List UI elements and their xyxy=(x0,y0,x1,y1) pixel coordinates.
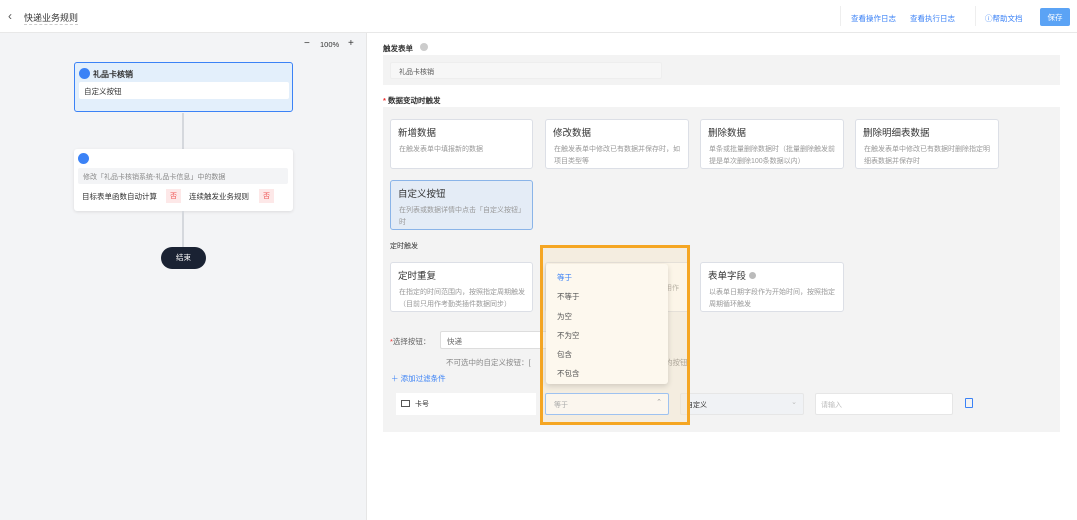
card-add-data[interactable]: 新增数据 在触发表单中填报新的数据 xyxy=(390,119,533,169)
header: ‹ 快递业务规则 查看操作日志 查看执行日志 ⓘ帮助文档 保存 xyxy=(0,0,1077,33)
flow-canvas: − 100% + 礼品卡核销 自定义按钮 修改「礼品卡核销系统-礼品卡信息」中的… xyxy=(0,33,367,520)
zoom-in-button[interactable]: + xyxy=(348,38,354,49)
trash-icon[interactable] xyxy=(965,398,973,408)
card-delete-data[interactable]: 删除数据 单条或批量删除数据时（批量删除触发前提是单次删除100条数据以内） xyxy=(700,119,844,169)
value-input[interactable]: 请输入 xyxy=(815,393,953,415)
operation-log-link[interactable]: 查看操作日志 xyxy=(851,13,896,24)
trigger-node-value: 自定义按钮 xyxy=(79,82,289,99)
operator-select[interactable]: 等于 ⌃ xyxy=(545,393,669,415)
help-docs-link[interactable]: ⓘ帮助文档 xyxy=(985,13,1023,24)
timed-trigger-label: 定时触发 xyxy=(390,243,418,250)
option-empty[interactable]: 为空 xyxy=(557,311,572,322)
action-node[interactable]: 修改「礼品卡核销系统-礼品卡信息」中的数据 目标表单函数自动计算 否 连续触发业… xyxy=(74,149,293,211)
option-not-equals[interactable]: 不等于 xyxy=(557,291,580,302)
zoom-level: 100% xyxy=(320,40,340,49)
auto-calc-badge: 否 xyxy=(166,189,181,203)
trigger-node-title: 礼品卡核销 xyxy=(93,70,133,79)
help-icon xyxy=(748,272,756,279)
card-delete-detail-data[interactable]: 删除明细表数据 在触发表单中修改已有数据时删除指定明细表数据并保存时 xyxy=(855,119,999,169)
edit-icon xyxy=(78,153,89,164)
divider xyxy=(975,6,976,26)
form-icon xyxy=(79,68,90,79)
connector xyxy=(182,211,184,247)
operator-dropdown: 等于 不等于 为空 不为空 包含 不包含 xyxy=(546,264,668,384)
card-custom-button[interactable]: 自定义按钮 在列表或数据详情中点击「自定义按钮」时 xyxy=(390,180,533,230)
chevron-up-icon: ⌃ xyxy=(656,399,662,406)
data-change-label: * 数据变动时触发 xyxy=(383,96,441,105)
chain-trigger-label: 连续触发业务规则 xyxy=(189,192,249,201)
chain-trigger-badge: 否 xyxy=(259,189,274,203)
execution-log-link[interactable]: 查看执行日志 xyxy=(910,13,955,24)
trigger-form-section: 礼品卡核销 xyxy=(383,55,1060,85)
select-button-label: *选择按钮： xyxy=(390,337,431,346)
card-modify-data[interactable]: 修改数据 在触发表单中修改已有数据并保存时，如项目类型等 xyxy=(545,119,689,169)
page-title[interactable]: 快递业务规则 xyxy=(24,11,79,25)
help-icon xyxy=(420,43,428,51)
help-icon: ⓘ xyxy=(985,14,993,23)
option-equals[interactable]: 等于 xyxy=(557,272,572,283)
action-node-desc: 修改「礼品卡核销系统-礼品卡信息」中的数据 xyxy=(78,168,288,184)
end-node: 结束 xyxy=(161,247,206,269)
select-button-input[interactable]: 快递 xyxy=(440,331,550,349)
trigger-form-label: 触发表单 xyxy=(383,44,413,53)
option-not-contains[interactable]: 不包含 xyxy=(557,368,580,379)
field-icon xyxy=(401,400,410,407)
option-not-empty[interactable]: 不为空 xyxy=(557,330,580,341)
connector xyxy=(182,113,184,149)
card-timed-repeat[interactable]: 定时重复 在指定的时间范围内，按照指定周期触发（目前只用作考勤类插件数据同步） xyxy=(390,262,533,312)
zoom-out-button[interactable]: − xyxy=(304,38,310,49)
card-form-field[interactable]: 表单字段 以表单日期字段作为开始时间，按照指定周期循环触发 xyxy=(700,262,844,312)
hint-text: 不可选中的自定义按钮：[ xyxy=(446,358,531,367)
help-label: 帮助文档 xyxy=(992,14,1023,23)
trigger-node[interactable]: 礼品卡核销 自定义按钮 xyxy=(74,62,293,112)
divider xyxy=(840,6,841,26)
value-type-select[interactable]: 自定义 ⌄ xyxy=(680,393,804,415)
auto-calc-label: 目标表单函数自动计算 xyxy=(82,192,157,201)
filter-field: 卡号 xyxy=(396,393,536,415)
trigger-form-input[interactable]: 礼品卡核销 xyxy=(390,62,662,79)
option-contains[interactable]: 包含 xyxy=(557,349,572,360)
back-icon[interactable]: ‹ xyxy=(8,9,12,23)
save-button[interactable]: 保存 xyxy=(1040,8,1070,26)
add-filter-button[interactable]: ＋ 添加过滤条件 xyxy=(391,373,446,384)
chevron-down-icon: ⌄ xyxy=(791,399,797,406)
